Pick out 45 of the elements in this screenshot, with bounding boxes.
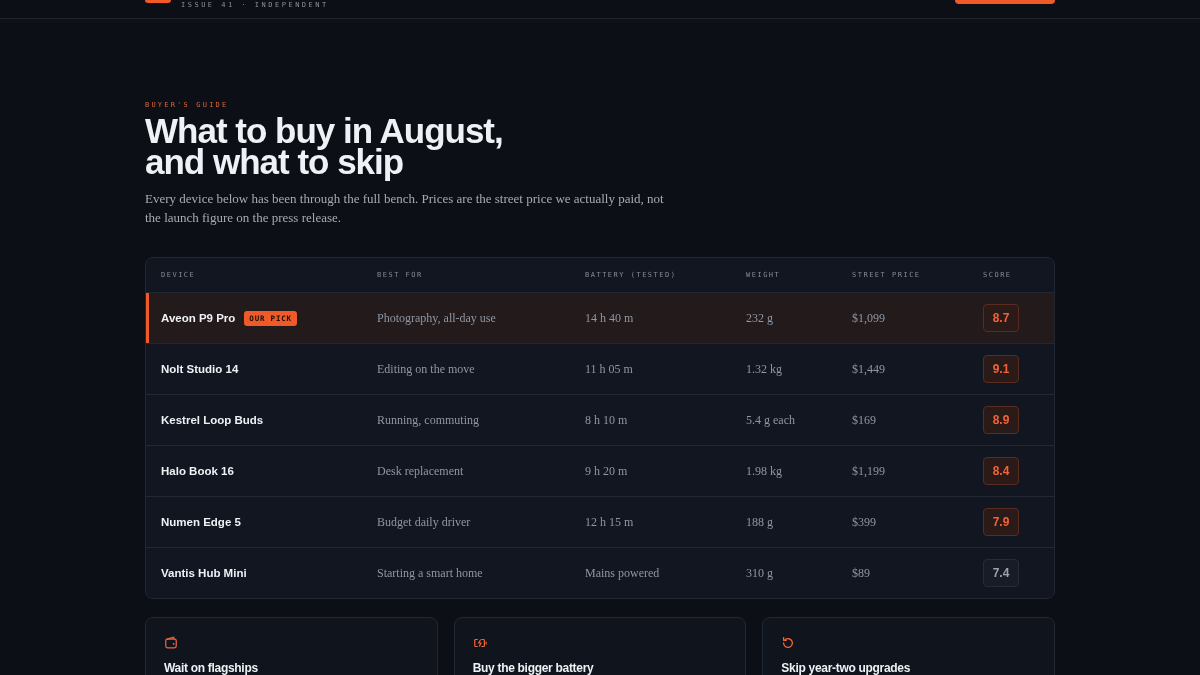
table-cell-text: 8 h 10 m (585, 412, 629, 428)
table-cell-text: 1.98 kg (746, 463, 783, 479)
score-badge: 8.4 (983, 457, 1019, 485)
table-cell-text: 1.32 kg (746, 361, 783, 377)
table-cell-text: Photography, all-day use (377, 310, 497, 326)
device-name: Nolt Studio 14 (161, 363, 239, 375)
table-cell-text: $399 (852, 514, 877, 530)
tip-title: Buy the bigger battery (472, 661, 595, 675)
table-cell-text: 5.4 g each (746, 412, 796, 428)
table-cell-text: $169 (852, 412, 877, 428)
table-cell-text: 310 g (746, 565, 774, 581)
table-row[interactable]: Nolt Studio 14 Editing on the move 11 h 05 m 1.32 kg $1,449 9.1 (146, 343, 1054, 394)
table-row[interactable]: Vantis Hub Mini Starting a smart home Mains powered 310 g $89 7.4 (146, 547, 1054, 598)
table-row[interactable]: Kestrel Loop Buds Running, commuting 8 h 10 m 5.4 g each $169 8.9 (146, 394, 1054, 445)
table-cell-text: $1,449 (852, 361, 886, 377)
table-cell-text: 12 h 15 m (585, 514, 635, 530)
tip-title: Skip year-two upgrades (781, 661, 912, 675)
table-cell-text: Running, commuting (377, 412, 480, 428)
table-cell-text: Mains powered (585, 565, 661, 581)
device-name: Numen Edge 5 (161, 516, 241, 528)
table-row[interactable]: Halo Book 16 Desk replacement 9 h 20 m 1.98 kg $1,199 8.4 (146, 445, 1054, 496)
table-cell-text: 14 h 40 m (585, 310, 635, 326)
score-badge: 7.4 (983, 559, 1019, 587)
device-name: Kestrel Loop Buds (161, 414, 264, 426)
device-name: Aveon P9 Pro (161, 312, 236, 324)
table-cell-text: Budget daily driver (377, 514, 472, 530)
table-cell-text: $1,199 (852, 463, 886, 479)
table-cell-text: 188 g (746, 514, 774, 530)
table-cell-text: $1,099 (852, 310, 886, 326)
table-cell-text: 232 g (746, 310, 774, 326)
device-name: Vantis Hub Mini (161, 567, 247, 579)
score-badge: 8.7 (983, 304, 1019, 332)
table-cell-text: Desk replacement (377, 463, 465, 479)
table-cell-text: Starting a smart home (377, 565, 484, 581)
table-cell-text: 11 h 05 m (585, 361, 634, 377)
score-badge: 8.9 (983, 406, 1019, 434)
table-row[interactable]: Numen Edge 5 Budget daily driver 12 h 15 m 188 g $399 7.9 (146, 496, 1054, 547)
score-badge: 7.9 (983, 508, 1019, 536)
device-name: Halo Book 16 (161, 465, 234, 477)
table-cell-text: Editing on the move (377, 361, 476, 377)
intro-paragraph: Every device below has been through the full bench. Prices are the street price we actually paid, not the launch figure on the press release. (145, 190, 665, 227)
tip-title: Wait on flagships (164, 661, 259, 675)
score-badge: 9.1 (983, 355, 1019, 383)
table-cell-text: $89 (852, 565, 871, 581)
table-cell-text: 9 h 20 m (585, 463, 629, 479)
